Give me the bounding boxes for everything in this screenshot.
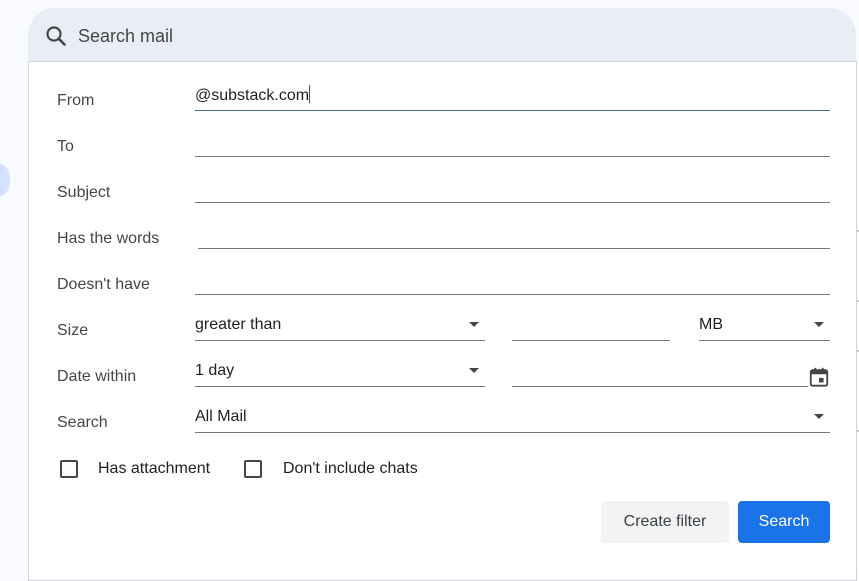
has-words-field[interactable]: [198, 223, 830, 249]
size-value-field[interactable]: [512, 315, 670, 341]
search-in-value: All Mail: [195, 408, 247, 425]
dont-include-chats-checkbox[interactable]: [244, 460, 262, 478]
to-label: To: [57, 138, 74, 155]
size-unit-select[interactable]: MB: [699, 315, 830, 341]
date-within-label: Date within: [57, 368, 137, 385]
size-operator-value: greater than: [195, 316, 282, 333]
date-within-value: 1 day: [195, 362, 235, 379]
dropdown-arrow-icon: [814, 414, 824, 419]
search-in-label: Search: [57, 414, 108, 431]
calendar-icon[interactable]: [808, 366, 830, 388]
create-filter-button[interactable]: Create filter: [601, 501, 729, 543]
search-button[interactable]: Search: [738, 501, 830, 543]
text-cursor: [309, 85, 311, 103]
size-operator-select[interactable]: greater than: [195, 315, 485, 341]
dropdown-arrow-icon: [469, 368, 479, 373]
from-field[interactable]: @substack.com: [195, 85, 830, 111]
to-field[interactable]: [195, 131, 830, 157]
has-attachment-label[interactable]: Has attachment: [98, 459, 210, 479]
nav-highlight: [0, 162, 10, 198]
dropdown-arrow-icon: [814, 322, 824, 327]
from-field-value: @substack.com: [195, 87, 310, 104]
size-label: Size: [57, 322, 89, 339]
search-in-select[interactable]: All Mail: [195, 407, 830, 433]
date-field[interactable]: [512, 361, 808, 387]
search-icon[interactable]: [44, 24, 68, 48]
subject-field[interactable]: [195, 177, 830, 203]
subject-label: Subject: [57, 184, 111, 201]
search-input[interactable]: Search mail: [78, 24, 173, 48]
doesnt-have-field[interactable]: [195, 269, 830, 295]
size-unit-value: MB: [699, 316, 723, 333]
dont-include-chats-label[interactable]: Don't include chats: [283, 459, 418, 479]
from-label: From: [57, 92, 95, 109]
date-within-select[interactable]: 1 day: [195, 361, 485, 387]
dropdown-arrow-icon: [469, 322, 479, 327]
has-words-label: Has the words: [57, 230, 160, 247]
doesnt-have-label: Doesn't have: [57, 276, 150, 293]
has-attachment-checkbox[interactable]: [60, 460, 78, 478]
